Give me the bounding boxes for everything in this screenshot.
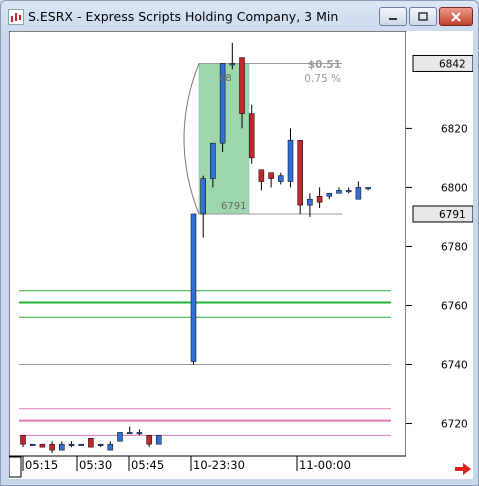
candle-body: [239, 57, 245, 114]
price-change-label: $0.51: [308, 59, 341, 71]
candle-body: [88, 438, 94, 448]
scroll-left-box: [8, 456, 22, 478]
candle-body: [20, 435, 26, 445]
y-tick-label: 6800: [441, 182, 468, 194]
y-tick-label: 6740: [441, 360, 468, 372]
candle-body: [210, 142, 216, 179]
price-axis: [406, 31, 473, 479]
candle-body: [287, 139, 294, 182]
title-bar[interactable]: S.ESRX - Express Scripts Holding Company…: [1, 1, 478, 31]
price-tag-label: 6791: [439, 209, 466, 221]
candle-body: [258, 169, 265, 182]
candle-body: [29, 443, 36, 446]
candle-body: [39, 443, 46, 448]
candle-body: [126, 432, 133, 435]
close-icon: [451, 11, 461, 22]
x-tick-label: 05:30: [79, 458, 112, 472]
candle-body: [146, 435, 152, 445]
x-tick-label: 10-23:30: [193, 458, 245, 472]
minimize-icon: [389, 17, 397, 20]
pct-change-label: 0.75 %: [304, 73, 341, 85]
candle-body: [107, 443, 114, 451]
x-tick-label: 11-00:00: [299, 458, 351, 472]
candle-body: [278, 175, 284, 182]
scroll-right-arrow-icon[interactable]: [453, 461, 473, 475]
candle-body: [365, 187, 371, 190]
x-tick-label: 05:15: [25, 458, 58, 472]
candle-body: [326, 193, 333, 197]
high-value-label: 68: [219, 73, 232, 84]
candle-body: [268, 172, 274, 179]
price-tag-label: 6842: [439, 58, 466, 70]
y-tick-label: 6760: [441, 300, 468, 312]
chart-area[interactable]: $0.51 0.75 % 6791 68 6720 6740 6760 6780 6800 682…: [8, 30, 474, 479]
candle-body: [136, 432, 143, 435]
candle-body: [156, 435, 162, 445]
candle-body: [97, 443, 104, 446]
candle-body: [316, 196, 323, 203]
low-value-label: 6791: [221, 201, 246, 212]
y-tick-label: 6720: [441, 419, 468, 431]
candle-body: [59, 443, 65, 451]
candlestick-chart[interactable]: $0.51 0.75 % 6791 68 6720 6740 6760 6780 6800 682…: [8, 30, 474, 479]
close-button[interactable]: [439, 7, 473, 26]
candle-body: [297, 139, 303, 206]
candle-body: [68, 443, 75, 446]
app-icon: [8, 9, 24, 25]
candle-body: [355, 187, 362, 200]
candle-body: [49, 443, 55, 451]
chart-window: S.ESRX - Express Scripts Holding Company…: [0, 0, 479, 486]
minimize-button[interactable]: [379, 7, 407, 26]
maximize-button[interactable]: [409, 7, 437, 26]
candle-body: [190, 213, 197, 362]
candle-body: [229, 63, 236, 66]
x-tick-label: 05:45: [131, 458, 164, 472]
candle-body: [78, 443, 84, 446]
candle-body: [248, 113, 255, 159]
candle-body: [345, 190, 352, 193]
candle-body: [336, 190, 342, 194]
candle-body: [307, 198, 313, 206]
candle-body: [117, 432, 123, 442]
y-tick-label: 6820: [441, 123, 468, 135]
y-tick-label: 6780: [441, 241, 468, 253]
maximize-icon: [418, 11, 428, 21]
window-title: S.ESRX - Express Scripts Holding Company…: [28, 9, 339, 24]
candle-body: [200, 178, 206, 215]
